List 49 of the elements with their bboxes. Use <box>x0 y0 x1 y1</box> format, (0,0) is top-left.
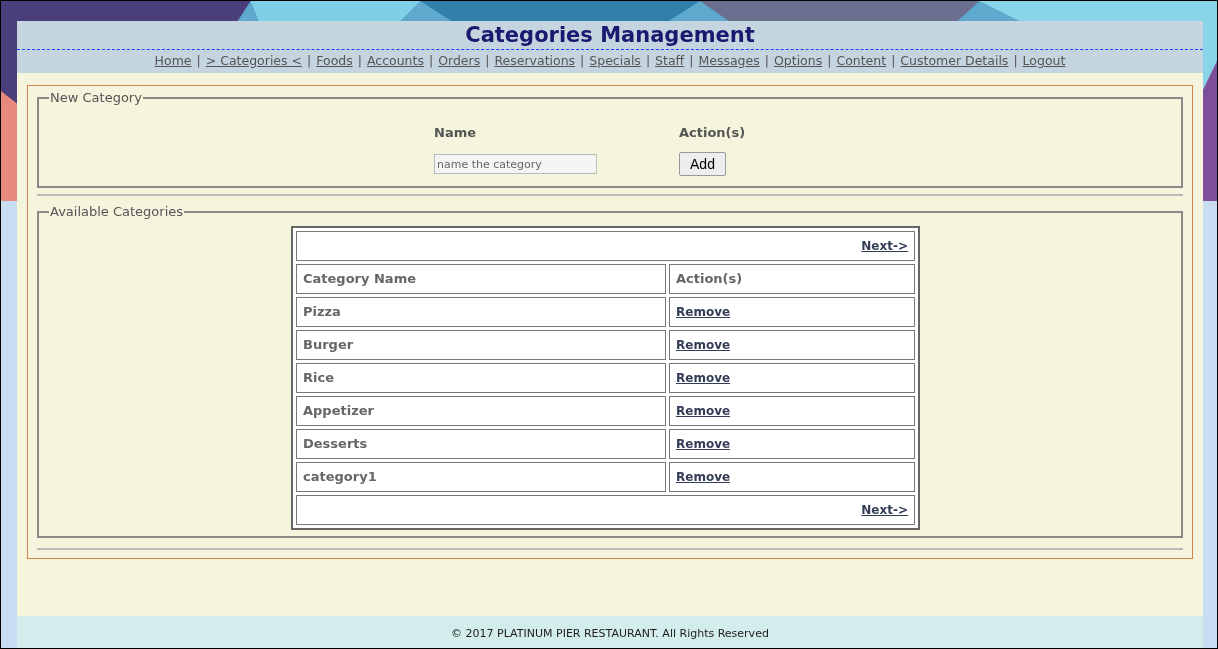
nav-link[interactable]: Content <box>836 52 887 71</box>
column-label: Name <box>434 123 477 142</box>
separator: | <box>827 52 832 71</box>
remove-link[interactable]: Remove <box>676 337 731 352</box>
separator: | <box>689 52 694 71</box>
nav-link[interactable]: Specials <box>589 52 641 71</box>
table-cell: Burger <box>296 329 666 360</box>
add-button[interactable]: Add <box>679 152 726 176</box>
table-cell: category1 <box>296 461 666 492</box>
column-label: Action(s) <box>679 123 747 142</box>
nav-link[interactable]: Options <box>773 52 823 71</box>
column-header: Action(s) <box>669 263 915 294</box>
nav-link[interactable]: Reservations <box>494 52 576 71</box>
separator: | <box>428 52 434 71</box>
table-cell: Pizza <box>296 296 666 327</box>
copyright-text: © 2017 PLATINUM PIER RESTAURANT. All Rights Reserved <box>451 625 769 642</box>
separator: | <box>580 52 585 71</box>
nav-link[interactable]: Customer Details <box>900 52 1009 71</box>
section-legend: New Category <box>49 88 143 108</box>
nav-link[interactable]: Accounts <box>366 52 424 71</box>
table-cell: Desserts <box>296 428 666 459</box>
page-title: Categories Management <box>17 21 1203 50</box>
remove-link[interactable]: Remove <box>676 403 731 418</box>
separator: | <box>1013 52 1018 71</box>
nav-link[interactable]: Home <box>154 52 192 71</box>
remove-link[interactable]: Remove <box>676 469 731 484</box>
remove-link[interactable]: Remove <box>676 436 731 451</box>
separator: | <box>307 52 312 71</box>
next-page-link[interactable]: Next-> <box>861 238 908 253</box>
table-cell: Rice <box>296 362 666 393</box>
nav-link[interactable]: > Categories < <box>205 52 302 71</box>
separator: | <box>357 52 362 71</box>
nav-link[interactable]: Orders <box>438 52 481 71</box>
separator: | <box>485 52 490 71</box>
column-header: Category Name <box>296 263 666 294</box>
name-field[interactable]: name the category <box>434 154 597 174</box>
nav-link[interactable]: Logout <box>1022 52 1066 71</box>
separator: | <box>645 52 651 71</box>
separator: | <box>891 52 896 71</box>
remove-link[interactable]: Remove <box>676 370 731 385</box>
nav-link[interactable]: Staff <box>655 52 685 71</box>
table-cell: Appetizer <box>296 395 666 426</box>
next-page-link[interactable]: Next-> <box>861 502 908 517</box>
remove-link[interactable]: Remove <box>676 304 731 319</box>
nav-link[interactable]: Messages <box>698 52 760 71</box>
section-legend: Available Categories <box>49 202 185 222</box>
nav-link[interactable]: Foods <box>316 52 353 71</box>
separator: | <box>196 52 201 71</box>
separator: | <box>764 52 769 71</box>
